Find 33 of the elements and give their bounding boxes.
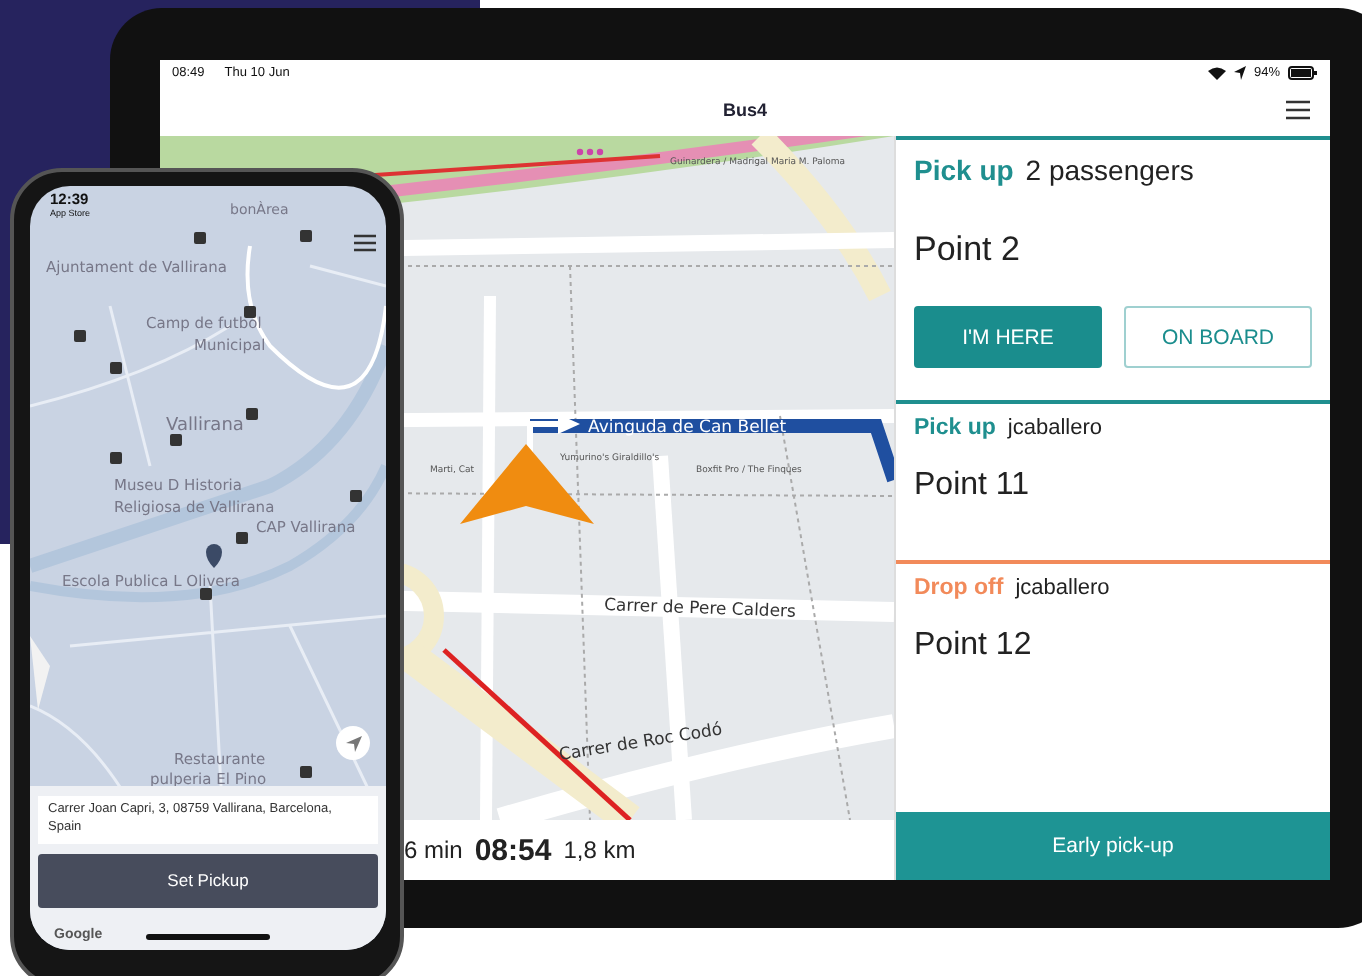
street-label: Carrer de Pere Calders (603, 596, 797, 623)
wifi-icon (1207, 65, 1226, 79)
trip-duration: 6 min (404, 836, 463, 864)
stop-action-button[interactable]: I'M HERE (914, 306, 1102, 368)
stop-type: Drop off (914, 576, 1004, 600)
arrival-time: 08:54 (474, 833, 552, 867)
battery-icon (1288, 65, 1318, 79)
early-pickup-button[interactable]: Early pick-up (896, 812, 1330, 880)
stop-point: Point 11 (914, 468, 1032, 504)
app-title: Bus4 (722, 100, 767, 120)
menu-icon[interactable] (1286, 100, 1310, 120)
stop-passenger: 2 passengers (1025, 154, 1194, 186)
location-arrow-icon (345, 735, 361, 751)
stop-point: Point 2 (914, 230, 1022, 270)
stop-point: Point 12 (914, 628, 1034, 664)
stop-type: Pick up (914, 416, 996, 440)
place-label: Vallirana (166, 416, 244, 436)
poi-dots-icon (576, 148, 604, 156)
stop-card[interactable]: Pick up 2 passengers Point 2 I'M HERE ON BOARD (896, 136, 1330, 400)
stop-passenger: jcaballero (1007, 416, 1102, 440)
home-indicator (146, 934, 270, 940)
stop-card[interactable]: Pick up jcaballero Point 11 (896, 400, 1330, 560)
map-pin-icon (206, 544, 222, 568)
street-label: Carrer de Roc Codó (557, 720, 724, 766)
menu-icon[interactable] (354, 234, 376, 252)
stop-card[interactable]: Drop off jcaballero Point 12 (896, 560, 1330, 720)
set-pickup-button[interactable]: Set Pickup (38, 853, 378, 908)
trip-distance: 1,8 km (563, 836, 636, 864)
stop-type: Pick up (914, 154, 1014, 186)
stop-passenger: jcaballero (1015, 576, 1110, 600)
street-label: Avinguda de Can Bellet (588, 418, 787, 438)
location-arrow-icon (1233, 65, 1246, 79)
stop-action-button[interactable]: ON BOARD (1124, 306, 1312, 368)
